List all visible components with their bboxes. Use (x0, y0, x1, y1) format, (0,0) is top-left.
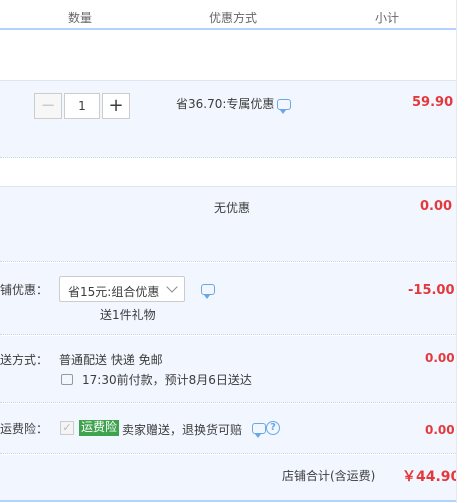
insurance-tag: 运费险 (79, 420, 120, 436)
item-discount-text: 省36.70:专属优惠 (176, 97, 275, 111)
total-amount: ￥44.90 (402, 469, 461, 485)
no-discount-row (0, 186, 456, 262)
spacer (0, 30, 467, 80)
insurance-label: 运费险： (0, 422, 49, 436)
shipping-label: 送方式： (0, 353, 49, 367)
no-discount-amount: 0.00 (420, 199, 453, 214)
header-subtotal: 小计 (375, 11, 400, 25)
no-discount-text: 无优惠 (214, 201, 251, 215)
discount-select[interactable]: 省15元:组合优惠 (59, 276, 185, 302)
chat-icon[interactable] (277, 99, 291, 114)
shipping-amount: 0.00 (425, 351, 455, 365)
insurance-checkbox[interactable]: ✓ (60, 421, 74, 435)
insurance-desc: 卖家赠送，退换货可赔 (122, 423, 243, 437)
chat-icon[interactable] (201, 284, 215, 299)
chevron-down-icon (166, 281, 178, 293)
discount-select-value: 省15元:组合优惠 (68, 285, 160, 299)
shipping-row (0, 336, 456, 403)
quantity-stepper: − 1 + (0, 93, 140, 119)
header-discount: 优惠方式 (209, 11, 258, 25)
spacer (0, 159, 456, 186)
item-row (0, 80, 456, 158)
quantity-input[interactable]: 1 (64, 93, 100, 119)
total-label: 店铺合计(含运费) (282, 469, 376, 483)
header-quantity: 数量 (68, 11, 93, 25)
gift-text: 送1件礼物 (100, 308, 156, 322)
increase-qty-button[interactable]: + (102, 93, 130, 119)
item-subtotal: 59.90 (412, 95, 454, 110)
shipping-eta: 17:30前付款，预计8月6日送达 (82, 373, 252, 387)
table-header: 数量 优惠方式 小计 (0, 0, 467, 30)
help-icon[interactable]: ? (266, 421, 280, 435)
shop-discount-amount: -15.00 (408, 283, 455, 298)
shop-discount-label: 铺优惠： (0, 283, 49, 297)
shipping-method: 普通配送 快递 免邮 (59, 353, 163, 367)
insurance-amount: 0.00 (425, 423, 455, 437)
scrollbar[interactable] (456, 0, 467, 503)
total-row (0, 455, 456, 500)
decrease-qty-button[interactable]: − (34, 93, 62, 119)
clock-icon (61, 374, 73, 385)
chat-icon[interactable] (252, 423, 266, 438)
divider (0, 500, 456, 502)
